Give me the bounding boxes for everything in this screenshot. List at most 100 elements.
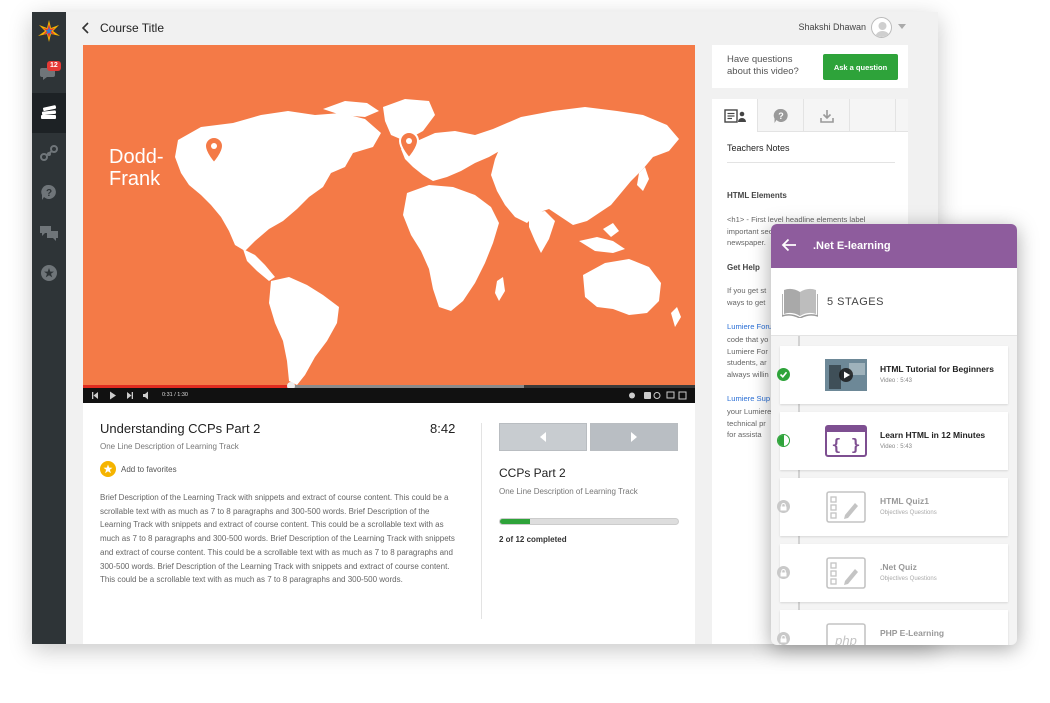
- play-icon: [110, 391, 116, 400]
- lesson-title: Understanding CCPs Part 2: [100, 421, 261, 436]
- user-menu-caret-icon[interactable]: [898, 24, 906, 29]
- ask-question-button[interactable]: Ask a question: [823, 54, 898, 80]
- sidebar-item-network[interactable]: [32, 133, 66, 173]
- stage-item[interactable]: HTML Tutorial for Beginners Video : 5:43: [777, 346, 1008, 404]
- lesson-subtitle: One Line Description of Learning Track: [100, 442, 239, 451]
- previous-lesson-button[interactable]: [499, 423, 587, 451]
- lock-icon: [777, 566, 790, 579]
- notes-section-heading: HTML Elements: [727, 191, 787, 200]
- divider: [727, 162, 895, 163]
- stage-item[interactable]: .Net Quiz Objectives Questions: [777, 544, 1008, 602]
- map-label-line: Dodd-: [109, 146, 164, 168]
- stage-item[interactable]: php PHP E-Learning: [777, 610, 1008, 645]
- elearning-header: .Net E-learning: [771, 224, 1017, 268]
- video-player[interactable]: Dodd- Frank EMIR 0:31 / 1:30: [83, 45, 695, 403]
- map-label-emir: EMIR: [429, 141, 479, 163]
- sidebar-item-help[interactable]: ?: [32, 173, 66, 213]
- map-label-line: Frank: [109, 168, 161, 190]
- stage-item-subtitle: Objectives Questions: [880, 510, 937, 516]
- lesson-info-panel: Understanding CCPs Part 2 8:42 One Line …: [83, 403, 695, 644]
- stage-item-title: .Net Quiz: [880, 562, 917, 572]
- divider: [481, 423, 482, 619]
- php-thumbnail: php: [825, 623, 867, 645]
- logo-icon[interactable]: [32, 12, 66, 50]
- top-bar: Course Title Shakshi Dhawan: [66, 12, 938, 44]
- svg-text:php: php: [834, 633, 857, 645]
- sidebar-item-discussions[interactable]: [32, 213, 66, 253]
- quiz-icon: [826, 557, 866, 589]
- question-icon: ?: [773, 108, 788, 123]
- avatar[interactable]: [871, 17, 892, 38]
- stage-item[interactable]: { } Learn HTML in 12 Minutes Video : 5:4…: [777, 412, 1008, 470]
- elearning-panel: .Net E-learning 5 STAGES HTML Tutorial f…: [771, 224, 1017, 645]
- tab-questions[interactable]: ?: [758, 99, 804, 132]
- arrow-left-icon: [540, 432, 546, 442]
- quiz-icon: [826, 491, 866, 523]
- sidebar-item-favorites[interactable]: [32, 253, 66, 293]
- ask-question-prompt: Have questions about this video?: [727, 54, 799, 77]
- lesson-duration: 8:42: [430, 421, 456, 436]
- star-icon[interactable]: [100, 461, 116, 477]
- notes-title: Teachers Notes: [727, 143, 790, 153]
- svg-text:?: ?: [778, 111, 784, 121]
- track-progress-label: 2 of 12 completed: [499, 535, 567, 544]
- code-thumbnail: { }: [825, 425, 867, 457]
- sidebar-rail: 12 ?: [32, 12, 66, 644]
- stage-item-title: HTML Quiz1: [880, 496, 929, 506]
- next-lesson-button[interactable]: [590, 423, 678, 451]
- track-progress-bar: [499, 518, 679, 525]
- back-chevron-icon[interactable]: [82, 22, 90, 34]
- arrow-right-icon: [631, 432, 637, 442]
- skip-forward-icon: [127, 392, 133, 399]
- video-controls: 0:31 / 1:30: [83, 388, 695, 403]
- sidebar-item-courses[interactable]: [32, 93, 66, 133]
- star-icon: [41, 265, 57, 281]
- stage-item-subtitle: Video : 5:43: [880, 444, 912, 450]
- stage-item[interactable]: HTML Quiz1 Objectives Questions: [777, 478, 1008, 536]
- fullscreen-icon: [678, 391, 687, 400]
- book-icon: [782, 288, 818, 318]
- lock-icon: [777, 632, 790, 645]
- notification-badge: 12: [47, 61, 61, 71]
- forum-link[interactable]: Lumiere Foru: [727, 322, 772, 331]
- track-progress-fill: [500, 519, 530, 524]
- elearning-title: .Net E-learning: [813, 240, 891, 252]
- stage-item-title: PHP E-Learning: [880, 628, 945, 638]
- user-name[interactable]: Shakshi Dhawan: [798, 22, 866, 32]
- books-icon: [41, 105, 57, 119]
- notes-section-heading: Get Help: [727, 263, 760, 272]
- tab-empty[interactable]: [850, 99, 896, 132]
- tab-downloads[interactable]: [804, 99, 850, 132]
- svg-text:{ }: { }: [832, 435, 861, 454]
- stages-count: 5 STAGES: [827, 296, 884, 308]
- lock-icon: [777, 500, 790, 513]
- video-thumbnail: [825, 359, 867, 391]
- settings-gear-icon: [629, 392, 635, 399]
- cast-icon: [666, 391, 675, 399]
- sidebar-item-chat[interactable]: 12: [32, 53, 66, 93]
- svg-text:?: ?: [46, 188, 52, 199]
- add-to-favorites-link[interactable]: Add to favorites: [121, 465, 177, 474]
- lesson-description: Brief Description of the Learning Track …: [100, 493, 455, 585]
- half-progress-icon: [777, 434, 790, 447]
- subtitles-icon: [644, 392, 651, 399]
- world-map: [175, 99, 681, 385]
- support-link[interactable]: Lumiere Sup: [727, 394, 770, 403]
- stage-item-title: HTML Tutorial for Beginners: [880, 364, 994, 374]
- ask-question-card: Have questions about this video? Ask a q…: [712, 45, 908, 88]
- video-time: 0:31 / 1:30: [162, 392, 188, 398]
- code-braces-icon: { }: [825, 425, 867, 457]
- network-icon: [40, 145, 58, 161]
- volume-icon: [143, 391, 148, 400]
- arrow-back-icon[interactable]: [781, 238, 797, 252]
- course-title: Course Title: [100, 21, 165, 35]
- tab-notes[interactable]: [712, 99, 758, 132]
- captions-icon: [653, 392, 661, 399]
- stage-item-subtitle: Video : 5:43: [880, 378, 912, 384]
- notes-tabs: ?: [712, 99, 908, 132]
- download-icon: [819, 109, 834, 123]
- user-avatar-icon: [875, 22, 890, 37]
- comments-icon: [40, 226, 58, 241]
- notes-icon: [723, 108, 746, 123]
- quiz-thumbnail: [825, 491, 867, 523]
